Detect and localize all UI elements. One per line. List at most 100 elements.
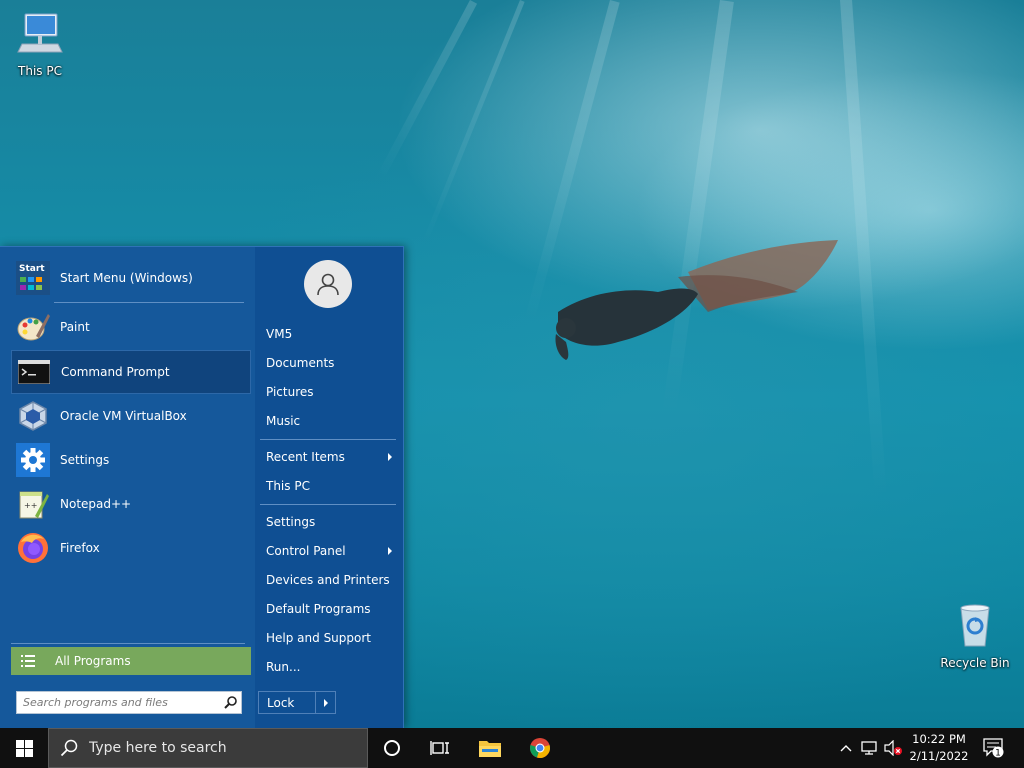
- pinned-item-command-prompt[interactable]: Command Prompt: [11, 350, 251, 394]
- pinned-item-settings[interactable]: Settings: [11, 438, 251, 482]
- divider: [54, 302, 244, 303]
- place-item-devices-and-printers[interactable]: Devices and Printers: [260, 567, 398, 593]
- all-programs-label: All Programs: [55, 654, 131, 668]
- search-icon[interactable]: [219, 696, 241, 709]
- clock-time: 10:22 PM: [912, 732, 966, 746]
- notification-count: 1: [995, 749, 1001, 759]
- place-item-label: Pictures: [266, 385, 314, 399]
- recycle-bin-icon: [960, 604, 990, 647]
- desktop-icon-label: This PC: [18, 64, 62, 78]
- windows-logo-icon: [15, 739, 33, 757]
- network-status[interactable]: [858, 728, 880, 768]
- place-item-label: Devices and Printers: [266, 573, 390, 587]
- place-item-label: Default Programs: [266, 602, 371, 616]
- desktop-icon-recycle-bin[interactable]: Recycle Bin: [935, 602, 1015, 670]
- place-item-label: Recent Items: [266, 450, 345, 464]
- notification-icon: 1: [983, 738, 1004, 759]
- lock-button[interactable]: Lock: [258, 691, 336, 714]
- speaker-muted-icon: [884, 740, 902, 756]
- taskbar-search-input[interactable]: [89, 729, 367, 767]
- network-icon: [861, 741, 877, 755]
- divider: [11, 643, 245, 644]
- pinned-item-label: Paint: [60, 320, 90, 334]
- notepad-plus-plus-icon: ++: [16, 487, 50, 521]
- svg-text:++: ++: [24, 501, 37, 510]
- pinned-item-firefox[interactable]: Firefox: [11, 526, 251, 570]
- chevron-right-icon: [323, 698, 328, 707]
- task-view-button[interactable]: [416, 728, 464, 768]
- pinned-item-label: Start Menu (Windows): [60, 271, 193, 285]
- place-item-run[interactable]: Run...: [260, 654, 398, 680]
- pinned-item-label: Firefox: [60, 541, 100, 555]
- desktop-icon-label: Recycle Bin: [940, 656, 1010, 670]
- chevron-up-icon: [840, 745, 852, 752]
- place-item-user[interactable]: VM5: [260, 321, 398, 347]
- place-item-pictures[interactable]: Pictures: [260, 379, 398, 405]
- file-explorer-icon: [479, 741, 501, 757]
- pinned-item-label: Settings: [60, 453, 110, 467]
- place-item-label: VM5: [266, 327, 293, 341]
- firefox-icon: [16, 531, 50, 565]
- cortana-button[interactable]: [368, 728, 416, 768]
- divider: [260, 504, 396, 505]
- place-item-label: Settings: [266, 515, 316, 529]
- list-icon: [21, 654, 37, 668]
- start-menu: Start Start Menu (Windows) Paint Command…: [0, 246, 404, 729]
- pinned-item-label: Notepad++: [60, 497, 132, 511]
- taskbar-clock[interactable]: 10:22 PM 2/11/2022: [904, 731, 974, 765]
- gear-icon: [16, 443, 50, 477]
- start-menu-programs-column: Start Start Menu (Windows) Paint Command…: [0, 247, 255, 729]
- place-item-this-pc[interactable]: This PC: [260, 473, 398, 499]
- place-item-label: Run...: [266, 660, 301, 674]
- chevron-right-icon: [388, 453, 392, 461]
- place-item-settings[interactable]: Settings: [260, 509, 398, 535]
- pinned-item-label: Oracle VM VirtualBox: [60, 409, 187, 423]
- pinned-item-start-menu-windows[interactable]: Start Start Menu (Windows): [11, 256, 251, 300]
- place-item-help-and-support[interactable]: Help and Support: [260, 625, 398, 651]
- place-item-label: Documents: [266, 356, 335, 370]
- this-pc-icon: [17, 13, 63, 53]
- pinned-item-paint[interactable]: Paint: [11, 305, 251, 349]
- place-item-label: This PC: [266, 479, 310, 493]
- start-search-box[interactable]: [16, 691, 242, 714]
- show-hidden-icons-button[interactable]: [836, 728, 856, 768]
- place-item-music[interactable]: Music: [260, 408, 398, 434]
- virtualbox-icon: [16, 399, 50, 433]
- cortana-circle-icon: [384, 740, 400, 756]
- start-button[interactable]: [0, 728, 48, 768]
- start-menu-icon: Start: [16, 261, 50, 295]
- paint-icon: [16, 310, 50, 344]
- pinned-item-virtualbox[interactable]: Oracle VM VirtualBox: [11, 394, 251, 438]
- start-search-input[interactable]: [17, 692, 219, 713]
- taskbar-file-explorer[interactable]: [466, 728, 514, 768]
- lock-button-label: Lock: [267, 695, 295, 710]
- taskbar-search-box[interactable]: [48, 728, 368, 768]
- pinned-item-label: Command Prompt: [61, 365, 170, 379]
- place-item-label: Music: [266, 414, 301, 428]
- taskbar-chrome[interactable]: [516, 728, 564, 768]
- chrome-icon: [530, 738, 550, 758]
- taskbar: 10:22 PM 2/11/2022 1: [0, 728, 1024, 768]
- svg-text:Start: Start: [19, 264, 45, 274]
- divider: [260, 439, 396, 440]
- user-avatar-icon[interactable]: [304, 260, 352, 308]
- command-prompt-icon: [17, 355, 51, 389]
- task-view-icon: [430, 741, 449, 755]
- diver-image: [555, 240, 838, 360]
- start-menu-places-column: VM5 Documents Pictures Music Recent Item…: [255, 247, 404, 729]
- place-item-label: Control Panel: [266, 544, 346, 558]
- place-item-default-programs[interactable]: Default Programs: [260, 596, 398, 622]
- place-item-control-panel[interactable]: Control Panel: [260, 538, 398, 564]
- desktop-icon-this-pc[interactable]: This PC: [0, 10, 80, 78]
- power-options-arrow[interactable]: [315, 692, 335, 713]
- clock-date: 2/11/2022: [909, 749, 969, 763]
- action-center-button[interactable]: 1: [980, 728, 1008, 768]
- pinned-item-notepad-plus-plus[interactable]: ++ Notepad++: [11, 482, 251, 526]
- place-item-documents[interactable]: Documents: [260, 350, 398, 376]
- place-item-label: Help and Support: [266, 631, 371, 645]
- volume-status[interactable]: [882, 728, 904, 768]
- search-icon: [49, 739, 89, 757]
- light-ray: [422, 0, 525, 243]
- place-item-recent-items[interactable]: Recent Items: [260, 444, 398, 470]
- all-programs-button[interactable]: All Programs: [11, 647, 251, 675]
